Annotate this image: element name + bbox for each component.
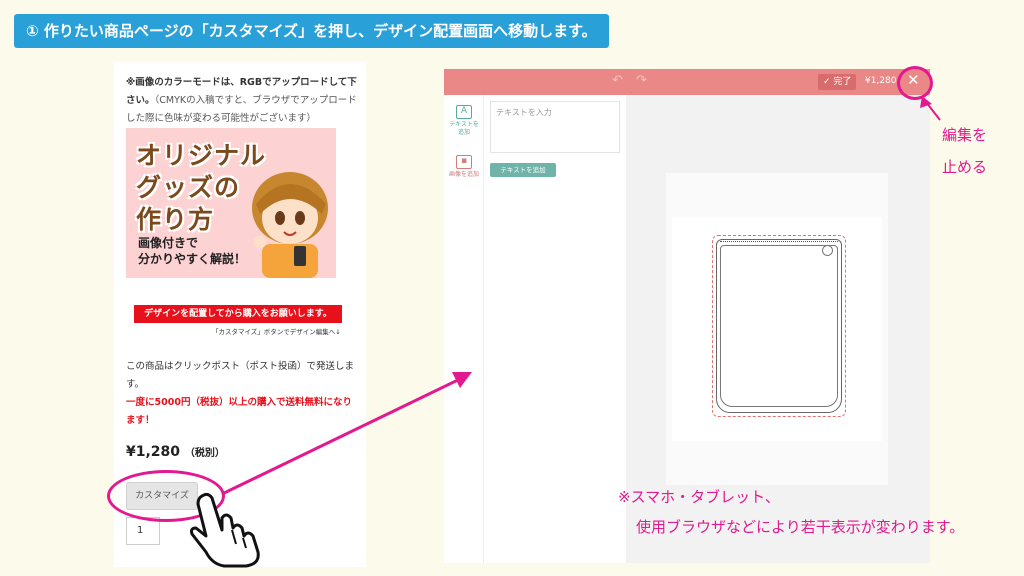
done-button[interactable]: ✓ 完了: [818, 74, 857, 90]
safe-area-guide: [720, 245, 838, 407]
undo-icon[interactable]: ↶: [612, 73, 623, 88]
design-first-banner: デザインを配置してから購入をお願いします。: [134, 305, 342, 323]
promo-title-3: 作り方: [136, 205, 215, 234]
text-tool-icon: A: [456, 105, 472, 119]
add-text-button[interactable]: テキストを追加: [490, 163, 556, 177]
promo-image[interactable]: オリジナル グッズの 作り方 画像付きで 分かりやすく解説！: [126, 128, 336, 278]
done-label: 完了: [833, 77, 852, 87]
redo-icon[interactable]: ↷: [636, 73, 647, 88]
customize-hint: 「カスタマイズ」ボタンでデザイン編集へ↓: [212, 328, 341, 336]
mascot-illustration: [252, 172, 328, 278]
check-icon: ✓: [823, 77, 834, 87]
close-highlight: [897, 66, 933, 100]
color-mode-note: ※画像のカラーモードは、RGBでアップロードして下さい。（CMYKの入稿ですと、…: [126, 74, 358, 128]
strap-hole: [822, 245, 833, 256]
price-value: ¥1,280: [126, 444, 181, 460]
editor-price: ¥1,280: [865, 76, 897, 86]
color-mode-note-detail: （CMYKの入稿ですと、ブラウザでアップロードした際に色味が変わる可能性がござい…: [126, 95, 357, 124]
display-note-1: ※スマホ・タブレット、: [618, 488, 780, 506]
stop-editing-label-2: 止める: [942, 158, 988, 176]
editor-header: ↶ ↷ ✓ 完了 ¥1,280 ✕: [444, 69, 930, 95]
promo-sub-2: 分かりやすく解説！: [138, 252, 247, 266]
stop-editing-label-1: 編集を: [942, 126, 988, 144]
promo-title-2: グッズの: [136, 173, 241, 202]
pointer-hand-icon: [190, 492, 260, 568]
tool-add-image-label: 画像を追加: [448, 171, 479, 178]
promo-sub-1: 画像付きで: [138, 236, 199, 250]
free-shipping-text: 一度に5000円（税抜）以上の購入で送料無料になります！: [126, 397, 352, 426]
tool-add-text-label: テキストを追加: [449, 121, 479, 136]
text-panel: テキストを入力 テキストを追加: [484, 95, 626, 563]
cut-line: [720, 241, 838, 242]
shipping-text: この商品はクリックポスト（ポスト投函）で発送します。: [126, 361, 355, 390]
tool-add-image[interactable]: ▪ 画像を追加: [448, 155, 480, 179]
product-price: ¥1,280 （税別）: [126, 444, 225, 460]
editor-toolbar: A テキストを追加 ▪ 画像を追加: [444, 95, 484, 563]
display-note-2: 使用ブラウザなどにより若干表示が変わります。: [636, 518, 965, 536]
text-input[interactable]: テキストを入力: [490, 101, 620, 153]
price-tax-note: （税別）: [184, 448, 225, 459]
shipping-info: この商品はクリックポスト（ポスト投函）で発送します。 一度に5000円（税抜）以…: [126, 358, 358, 430]
step-banner: ① 作りたい商品ページの「カスタマイズ」を押し、デザイン配置画面へ移動します。: [14, 14, 609, 48]
tool-add-text[interactable]: A テキストを追加: [448, 105, 480, 137]
image-icon: ▪: [456, 155, 472, 169]
